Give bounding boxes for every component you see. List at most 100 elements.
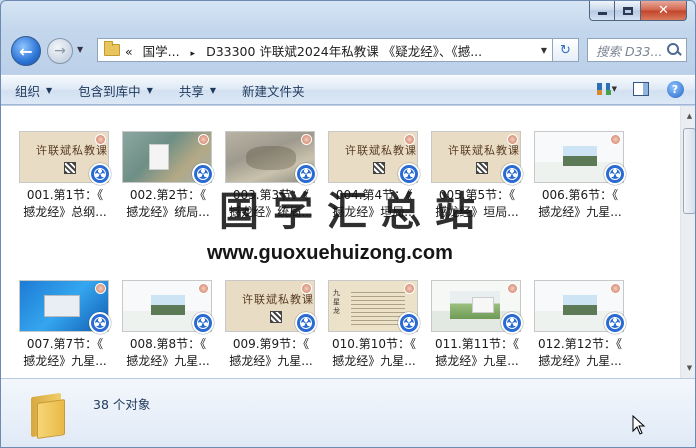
minimize-button[interactable] <box>589 1 615 21</box>
file-name-line-2: 撼龙经》九星... <box>229 354 313 368</box>
video-player-icon <box>501 163 523 185</box>
file-name-line-1: 012.第12节：《 <box>538 337 622 351</box>
video-player-icon <box>192 312 214 334</box>
breadcrumb-item-current[interactable]: D33300 许联斌2024年私教课 《疑龙经》、《撼... <box>206 44 482 59</box>
breadcrumb-separator-icon[interactable]: ▸ <box>191 49 196 59</box>
file-item[interactable]: 九星龙 010.第10节：《 撼龙经》九星... <box>326 280 422 380</box>
caption-buttons: ✕ <box>589 1 687 21</box>
maximize-button[interactable] <box>615 1 641 21</box>
file-name: 009.第9节：《 撼龙经》九星... <box>223 336 319 370</box>
details-pane: 38 个对象 <box>1 378 695 447</box>
address-bar[interactable]: « 国学... ▸ D33300 许联斌2024年私教课 《疑龙经》、《撼...… <box>97 38 553 62</box>
file-item[interactable]: 008.第8节：《 撼龙经》九星... <box>120 280 216 380</box>
scroll-down-icon[interactable]: ▼ <box>682 360 695 376</box>
file-name-line-2: 撼龙经》九星... <box>538 205 622 219</box>
minimize-icon <box>597 12 607 15</box>
command-bar: 组织 ▼ 包含到库中 ▼ 共享 ▼ 新建文件夹 ▼ ? <box>1 75 695 105</box>
file-name: 007.第7节：《 撼龙经》九星... <box>17 336 113 370</box>
help-icon: ? <box>666 80 684 98</box>
avatar-icon <box>95 134 106 145</box>
file-name-line-2: 撼龙经》九星... <box>435 354 519 368</box>
file-item[interactable]: 007.第7节：《 撼龙经》九星... <box>17 280 113 380</box>
chevron-down-icon[interactable]: ▼ <box>612 85 617 93</box>
video-player-icon <box>295 312 317 334</box>
file-name: 001.第1节：《 撼龙经》总纲... <box>17 187 113 221</box>
forward-button[interactable]: → <box>47 38 73 64</box>
folder-icon <box>31 389 69 439</box>
scroll-up-icon[interactable]: ▲ <box>682 108 695 124</box>
maximize-icon <box>622 6 633 15</box>
avatar-icon <box>404 134 415 145</box>
search-icon <box>666 42 682 58</box>
avatar-icon <box>507 134 518 145</box>
file-name-line-1: 009.第9节：《 <box>232 337 310 351</box>
video-player-icon <box>192 163 214 185</box>
share-menu[interactable]: 共享 ▼ <box>165 76 228 104</box>
file-name: 011.第11节：《 撼龙经》九星... <box>429 336 525 370</box>
avatar-icon <box>610 283 621 294</box>
navigation-bar: ← → ▼ « 国学... ▸ D33300 许联斌2024年私教课 《疑龙经》… <box>1 31 695 69</box>
file-name-line-2: 撼龙经》九星... <box>538 354 622 368</box>
avatar-icon <box>610 134 621 145</box>
file-name: 002.第2节：《 撼龙经》统局... <box>120 187 216 221</box>
qr-code-icon <box>476 162 488 174</box>
new-folder-button[interactable]: 新建文件夹 <box>228 76 317 104</box>
scrollbar-thumb[interactable] <box>683 128 695 214</box>
avatar-icon <box>301 283 312 294</box>
share-label: 共享 <box>178 83 204 99</box>
file-name-line-2: 撼龙经》九星... <box>332 354 416 368</box>
video-player-icon <box>604 312 626 334</box>
search-box[interactable]: 搜索 D33... <box>587 38 687 62</box>
change-view-button[interactable]: ▼ <box>597 80 617 98</box>
help-button[interactable]: ? <box>665 80 685 98</box>
avatar-icon <box>404 283 415 294</box>
watermark-url: www.guoxuehuizong.com <box>207 242 453 264</box>
file-name: 006.第6节：《 撼龙经》九星... <box>532 187 628 221</box>
vertical-scrollbar[interactable]: ▲ ▼ <box>680 106 695 378</box>
avatar-icon <box>198 283 209 294</box>
back-button[interactable]: ← <box>11 36 41 66</box>
recent-pages-dropdown[interactable]: ▼ <box>77 45 83 54</box>
breadcrumb: « 国学... ▸ D33300 许联斌2024年私教课 《疑龙经》、《撼... <box>125 41 536 60</box>
new-folder-label: 新建文件夹 <box>242 83 305 99</box>
video-player-icon <box>89 163 111 185</box>
organize-menu[interactable]: 组织 ▼ <box>1 76 64 104</box>
breadcrumb-item-guoxue[interactable]: 国学... <box>143 44 180 59</box>
file-item[interactable]: 012.第12节：《 撼龙经》九星... <box>532 280 628 380</box>
file-item[interactable]: 许联斌私教课 001.第1节：《 撼龙经》总纲... <box>17 131 113 231</box>
file-name-line-1: 008.第8节：《 <box>129 337 207 351</box>
address-dropdown-icon[interactable]: ▼ <box>536 46 552 55</box>
chevron-down-icon: ▼ <box>209 85 217 95</box>
explorer-window: ✕ ← → ▼ « 国学... ▸ D33300 许联斌2024年私教课 《疑龙… <box>0 0 696 448</box>
close-button[interactable]: ✕ <box>641 1 687 21</box>
preview-pane-icon <box>633 82 649 96</box>
refresh-button[interactable]: ↻ <box>553 38 579 62</box>
breadcrumb-overflow[interactable]: « <box>125 44 133 59</box>
file-name-line-1: 010.第10节：《 <box>332 337 416 351</box>
qr-code-icon <box>64 162 76 174</box>
organize-label: 组织 <box>15 83 41 99</box>
thumbnail-side-text: 九星龙 <box>333 289 340 315</box>
file-name: 012.第12节：《 撼龙经》九星... <box>532 336 628 370</box>
file-name-line-1: 006.第6节：《 <box>541 188 619 202</box>
search-input[interactable]: 搜索 D33... <box>596 41 666 60</box>
qr-code-icon <box>270 311 282 323</box>
include-in-library-menu[interactable]: 包含到库中 ▼ <box>64 76 165 104</box>
file-name-line-2: 撼龙经》总纲... <box>23 205 107 219</box>
chevron-down-icon: ▼ <box>146 85 153 95</box>
preview-pane-button[interactable] <box>631 80 651 98</box>
video-player-icon <box>89 312 111 334</box>
file-item[interactable]: 006.第6节：《 撼龙经》九星... <box>532 131 628 231</box>
file-item[interactable]: 002.第2节：《 撼龙经》统局... <box>120 131 216 231</box>
avatar-icon <box>95 283 106 294</box>
file-name-line-2: 撼龙经》统局... <box>126 205 210 219</box>
file-item[interactable]: 许联斌私教课 009.第9节：《 撼龙经》九星... <box>223 280 319 380</box>
avatar-icon <box>507 283 518 294</box>
video-player-icon <box>501 312 523 334</box>
file-name-line-2: 撼龙经》九星... <box>126 354 210 368</box>
file-name-line-2: 撼龙经》九星... <box>23 354 107 368</box>
file-name-line-1: 007.第7节：《 <box>26 337 104 351</box>
file-item[interactable]: 011.第11节：《 撼龙经》九星... <box>429 280 525 380</box>
avatar-icon <box>198 134 209 145</box>
qr-code-icon <box>373 162 385 174</box>
